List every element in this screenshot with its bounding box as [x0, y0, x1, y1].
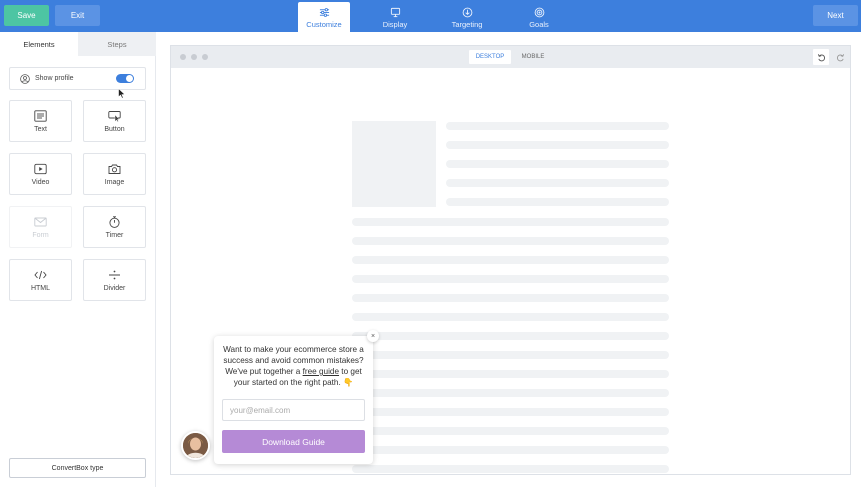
tab-targeting-label: Targeting [451, 20, 483, 29]
placeholder-line [352, 408, 669, 416]
placeholder-line [352, 275, 669, 283]
placeholder-line [352, 256, 669, 264]
show-profile-row: Show profile [9, 67, 146, 90]
element-video-label: Video [31, 178, 50, 186]
monitor-icon [390, 7, 400, 18]
profile-photo [183, 433, 208, 458]
browser-toolbar: DESKTOP MOBILE [171, 46, 850, 68]
mouse-cursor-icon [118, 88, 126, 99]
placeholder-line [352, 332, 669, 340]
tab-customize[interactable]: Customize [298, 2, 350, 32]
tab-elements[interactable]: Elements [0, 32, 78, 56]
divider-icon [109, 270, 120, 279]
show-profile-label: Show profile [35, 75, 74, 82]
download-circle-icon [462, 7, 472, 18]
button-cursor-icon [108, 110, 121, 122]
play-icon [34, 163, 47, 174]
convertbox-type-button[interactable]: ConvertBox type [9, 458, 146, 478]
placeholder-line [352, 465, 669, 473]
element-button[interactable]: Button [83, 100, 146, 142]
placeholder-line [352, 351, 669, 359]
placeholder-line [352, 313, 669, 321]
envelope-icon [34, 217, 47, 226]
undo-button[interactable] [813, 49, 829, 65]
download-guide-button[interactable]: Download Guide [222, 430, 365, 453]
window-dot [202, 54, 208, 60]
sidebar-tabs: Elements Steps [0, 32, 156, 56]
window-dot [191, 54, 197, 60]
element-divider[interactable]: Divider [83, 259, 146, 301]
sliders-icon [319, 8, 329, 17]
placeholder-line [352, 218, 669, 226]
free-guide-link[interactable]: free guide [303, 367, 339, 376]
element-html[interactable]: HTML [9, 259, 72, 301]
redo-button[interactable] [832, 49, 848, 65]
element-form-label: Form [32, 231, 49, 239]
top-bar: Save Exit Customize Display Targeting Go… [0, 0, 861, 32]
placeholder-line [446, 179, 669, 187]
user-circle-icon [20, 73, 30, 84]
element-text-label: Text [34, 125, 47, 133]
show-profile-toggle[interactable] [116, 74, 134, 83]
save-button[interactable]: Save [4, 5, 49, 26]
element-timer[interactable]: Timer [83, 206, 146, 248]
close-icon[interactable]: × [367, 330, 379, 342]
element-html-label: HTML [30, 284, 51, 292]
camera-icon [108, 164, 121, 174]
tab-customize-label: Customize [306, 20, 342, 29]
convertbox-popup: Want to make your ecommerce store a succ… [214, 336, 373, 464]
target-icon [534, 7, 544, 18]
undo-icon [817, 53, 825, 61]
sidebar: Elements Steps Show profile Text Button … [0, 32, 156, 487]
placeholder-line [352, 294, 669, 302]
placeholder-line [446, 141, 669, 149]
tab-display[interactable]: Display [369, 2, 421, 32]
email-input[interactable]: your@email.com [222, 399, 365, 421]
desktop-view-button[interactable]: DESKTOP [469, 50, 511, 64]
text-lines-icon [34, 109, 47, 122]
placeholder-line [352, 427, 669, 435]
element-form: Form [9, 206, 72, 248]
placeholder-image [352, 121, 436, 207]
mobile-view-button[interactable]: MOBILE [513, 50, 553, 64]
tab-targeting[interactable]: Targeting [441, 2, 493, 32]
placeholder-line [446, 198, 669, 206]
next-button[interactable]: Next [813, 5, 858, 26]
element-button-label: Button [104, 125, 125, 133]
placeholder-line [352, 370, 669, 378]
element-timer-label: Timer [105, 231, 124, 239]
element-divider-label: Divider [103, 284, 126, 292]
tab-display-label: Display [382, 20, 408, 29]
placeholder-line [352, 389, 669, 397]
element-image[interactable]: Image [83, 153, 146, 195]
redo-icon [836, 53, 844, 61]
exit-button[interactable]: Exit [55, 5, 100, 26]
avatar [181, 431, 210, 460]
tab-steps[interactable]: Steps [78, 32, 156, 56]
window-dot [180, 54, 186, 60]
placeholder-line [446, 160, 669, 168]
stopwatch-icon [109, 215, 120, 228]
tab-goals[interactable]: Goals [513, 2, 565, 32]
placeholder-line [352, 446, 669, 454]
element-image-label: Image [104, 178, 125, 186]
placeholder-line [446, 122, 669, 130]
popup-message: Want to make your ecommerce store a succ… [222, 344, 365, 388]
element-video[interactable]: Video [9, 153, 72, 195]
tab-goals-label: Goals [529, 20, 549, 29]
code-icon [34, 270, 47, 279]
element-text[interactable]: Text [9, 100, 72, 142]
placeholder-line [352, 237, 669, 245]
